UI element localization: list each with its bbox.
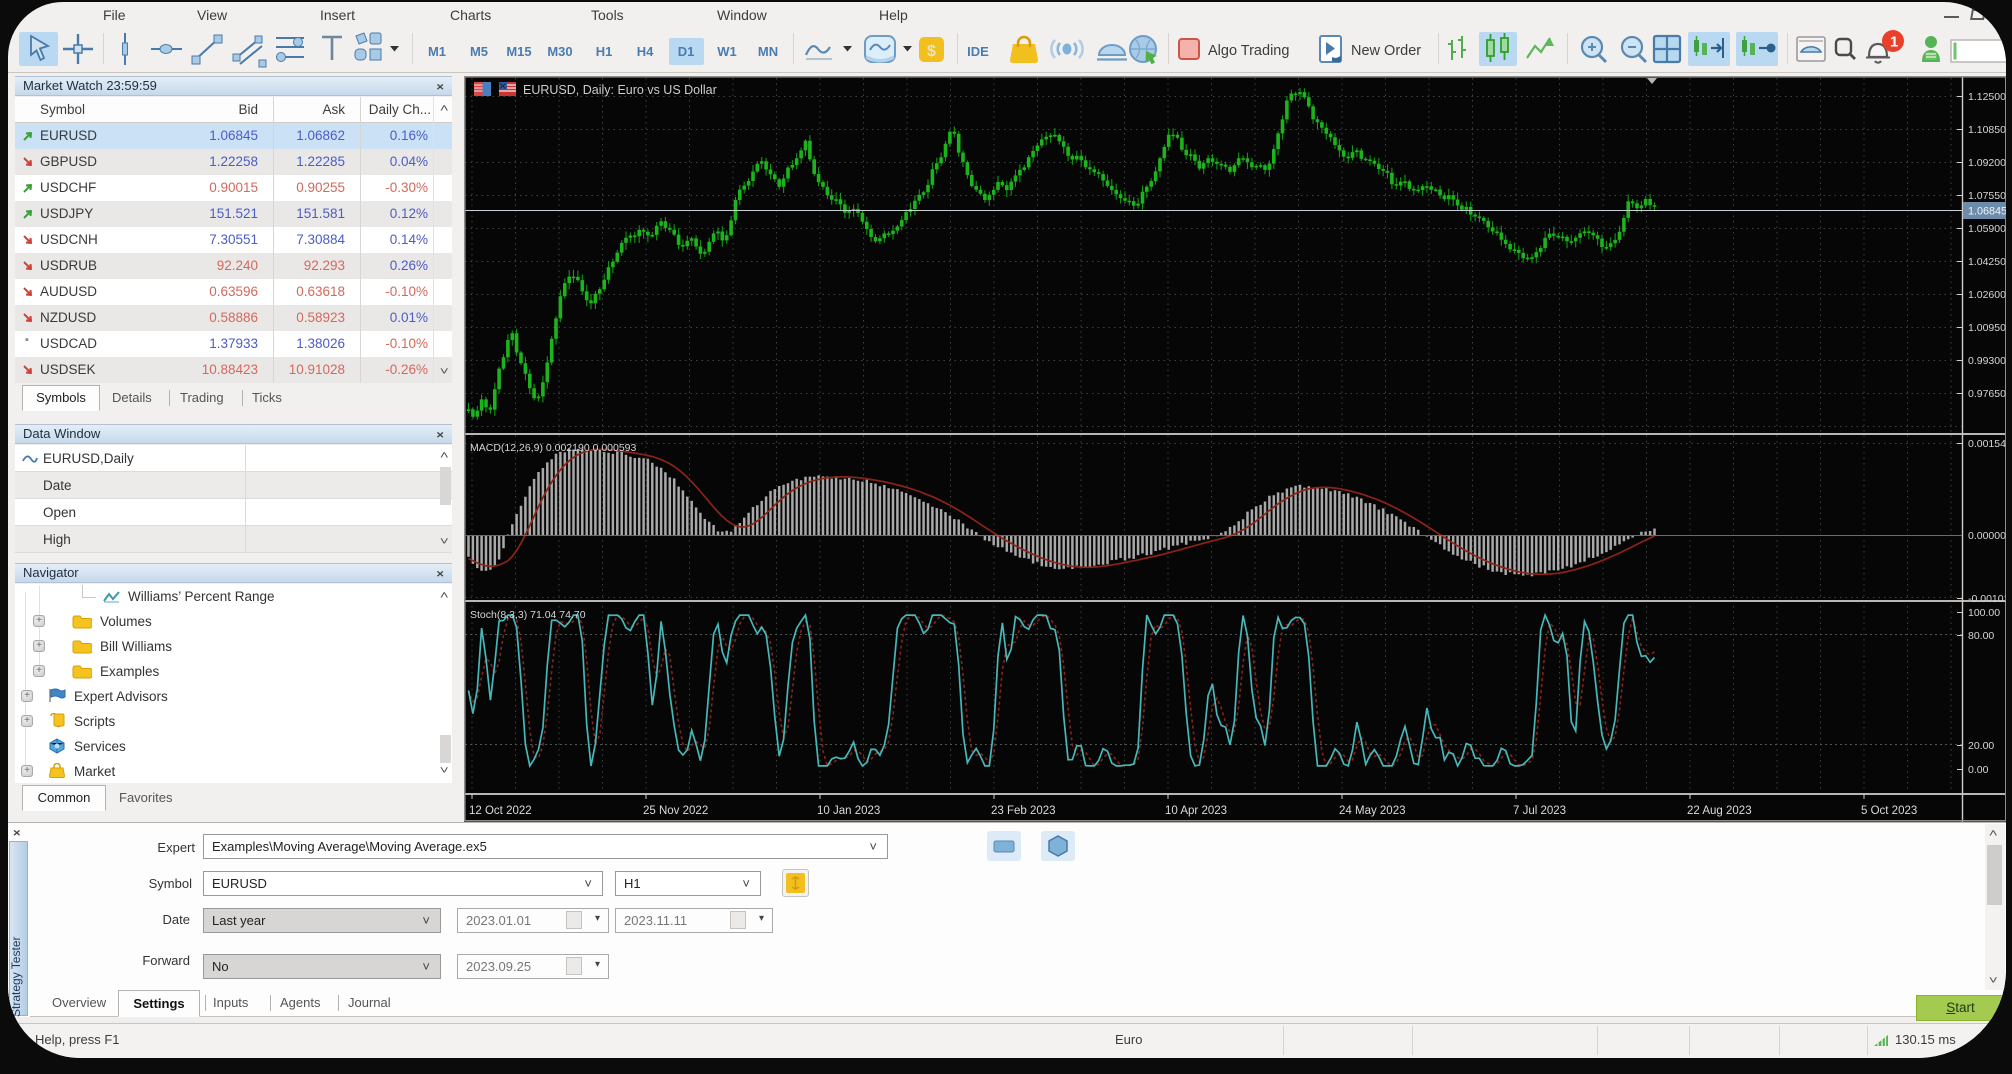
svg-text:EURUSD, Daily: Euro vs US Doll: EURUSD, Daily: Euro vs US Dollar <box>523 83 717 97</box>
svg-text:Algo Trading: Algo Trading <box>1208 43 1289 59</box>
svg-text:10 Apr 2023: 10 Apr 2023 <box>1165 805 1227 817</box>
svg-text:100.00: 100.00 <box>1968 607 2000 619</box>
svg-text:23 Feb 2023: 23 Feb 2023 <box>991 805 1056 817</box>
svg-text:80.00: 80.00 <box>1968 630 1994 642</box>
svg-text:5 Oct 2023: 5 Oct 2023 <box>1861 805 1917 817</box>
svg-text:7 Jul 2023: 7 Jul 2023 <box>1513 805 1566 817</box>
svg-text:22 Aug 2023: 22 Aug 2023 <box>1687 805 1752 817</box>
svg-text:-0.001011: -0.001011 <box>1968 593 2006 605</box>
svg-text:1: 1 <box>1890 34 1898 51</box>
svg-text:12 Oct 2022: 12 Oct 2022 <box>469 805 532 817</box>
svg-text:1.06845: 1.06845 <box>1968 206 2006 218</box>
svg-text:MACD(12,26,9) 0.002190 0.00059: MACD(12,26,9) 0.002190 0.000593 <box>470 442 637 454</box>
svg-text:20.00: 20.00 <box>1968 740 1994 752</box>
svg-text:1.07550: 1.07550 <box>1968 190 2006 202</box>
svg-text:1.05900: 1.05900 <box>1968 223 2006 235</box>
svg-text:0.000000: 0.000000 <box>1968 530 2006 542</box>
svg-text:10 Jan 2023: 10 Jan 2023 <box>817 805 880 817</box>
svg-text:1.00950: 1.00950 <box>1968 322 2006 334</box>
svg-text:1.04250: 1.04250 <box>1968 256 2006 268</box>
svg-text:25 Nov 2022: 25 Nov 2022 <box>643 805 708 817</box>
svg-text:1.02600: 1.02600 <box>1968 289 2006 301</box>
svg-text:Stoch(8,3,3) 71.04 74.70: Stoch(8,3,3) 71.04 74.70 <box>470 609 586 621</box>
svg-text:1.12500: 1.12500 <box>1968 91 2006 103</box>
svg-text:0.001545: 0.001545 <box>1968 438 2006 450</box>
svg-text:0.99300: 0.99300 <box>1968 355 2006 367</box>
svg-text:1.09200: 1.09200 <box>1968 157 2006 169</box>
svg-text:1.10850: 1.10850 <box>1968 124 2006 136</box>
svg-text:$: $ <box>927 43 936 60</box>
svg-text:New Order: New Order <box>1351 43 1421 59</box>
svg-text:24 May 2023: 24 May 2023 <box>1339 805 1406 817</box>
svg-text:0.00: 0.00 <box>1968 764 1989 776</box>
svg-text:0.97650: 0.97650 <box>1968 388 2006 400</box>
